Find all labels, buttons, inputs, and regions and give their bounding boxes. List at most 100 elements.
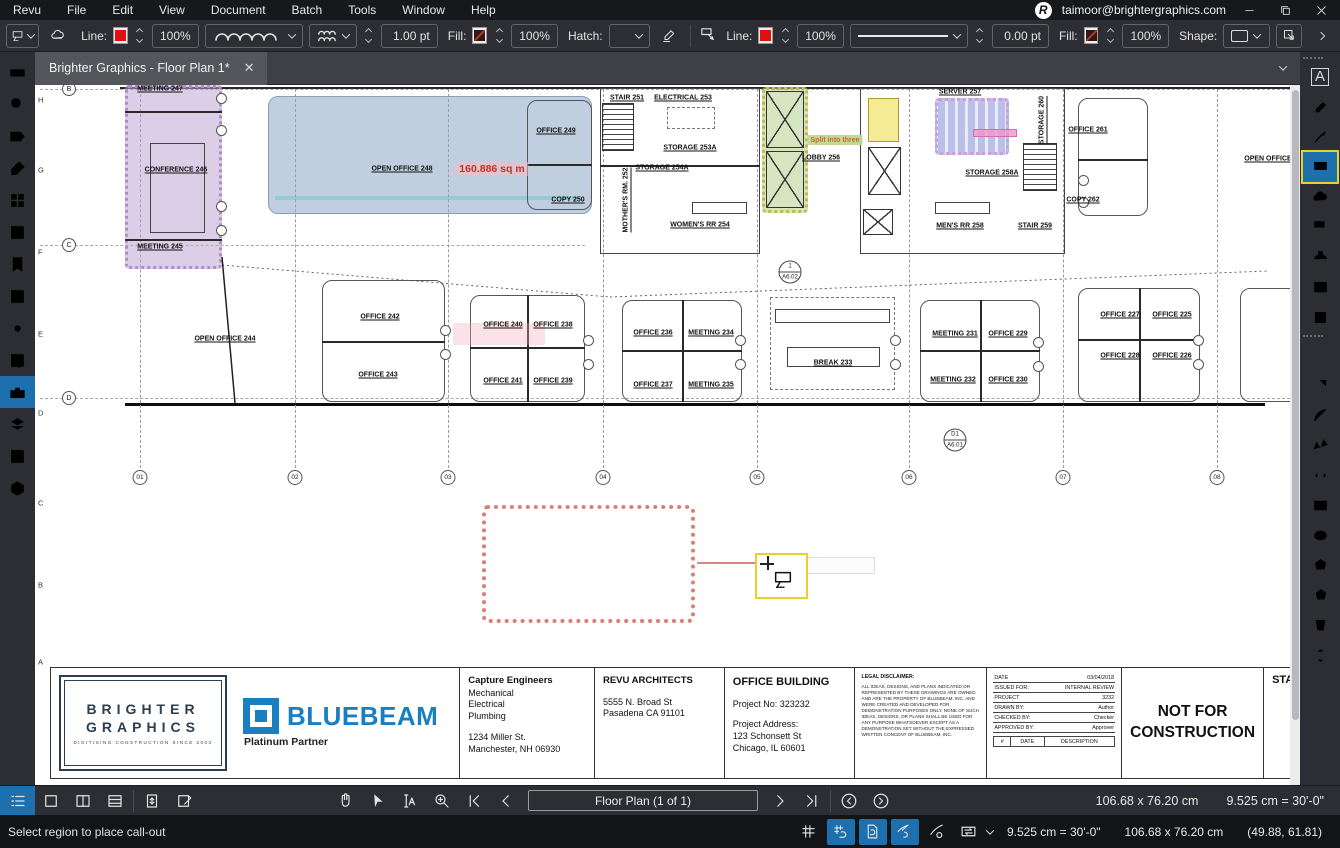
menu-document[interactable]: Document <box>198 0 279 20</box>
tool-measure-count[interactable] <box>1303 670 1337 700</box>
snap-to-markup-button[interactable] <box>891 819 919 845</box>
line-width-stepper[interactable] <box>363 29 375 42</box>
menu-view[interactable]: View <box>146 0 198 20</box>
tool-callout-box[interactable] <box>1303 212 1337 242</box>
leader-corner-button[interactable] <box>1276 24 1302 48</box>
menu-batch[interactable]: Batch <box>279 0 336 20</box>
tool-arrow[interactable] <box>1303 370 1337 400</box>
leader-opacity-stepper[interactable] <box>779 29 791 42</box>
menu-revu[interactable]: Revu <box>0 0 54 20</box>
snap-to-grid-button[interactable] <box>827 819 855 845</box>
tool-rectangle[interactable] <box>1303 490 1337 520</box>
fill-opacity-value[interactable]: 100% <box>511 24 558 48</box>
text-opacity-stepper[interactable] <box>1104 29 1116 42</box>
maximize-button[interactable] <box>1272 1 1298 19</box>
panel-measurements[interactable] <box>0 56 35 88</box>
panel-search[interactable] <box>0 88 35 120</box>
menu-file[interactable]: File <box>54 0 99 20</box>
split-vertical-view-button[interactable] <box>67 786 99 816</box>
page-setup-button[interactable] <box>168 786 200 816</box>
panel-flags[interactable] <box>0 120 35 152</box>
previous-page-button[interactable] <box>490 786 522 816</box>
tool-line[interactable] <box>1303 340 1337 370</box>
scrollbar-thumb[interactable] <box>1292 90 1299 720</box>
pan-tool-button[interactable] <box>330 786 362 816</box>
next-view-button[interactable] <box>865 786 897 816</box>
menu-edit[interactable]: Edit <box>99 0 146 20</box>
select-tool-button[interactable] <box>362 786 394 816</box>
tool-arc[interactable] <box>1303 400 1337 430</box>
tool-measure-length[interactable] <box>1303 640 1337 670</box>
text-opacity-value[interactable]: 100% <box>1122 24 1169 48</box>
panel-signatures[interactable] <box>0 152 35 184</box>
tool-highlight[interactable] <box>1303 92 1337 122</box>
panel-3d[interactable] <box>0 472 35 504</box>
tool-callout[interactable] <box>1303 152 1337 182</box>
tab-list-chevron-icon[interactable] <box>1279 62 1287 70</box>
menu-help[interactable]: Help <box>458 0 509 20</box>
leader-width-stepper[interactable] <box>974 29 986 42</box>
tool-text[interactable]: A <box>1303 62 1337 92</box>
cloud-style-button[interactable] <box>45 24 71 48</box>
line-opacity-stepper[interactable] <box>134 29 146 42</box>
tool-polyline[interactable] <box>1303 430 1337 460</box>
tool-preset-dropdown[interactable] <box>6 24 39 48</box>
cloud-density-dropdown[interactable] <box>309 24 357 48</box>
panel-sets[interactable] <box>0 440 35 472</box>
close-button[interactable] <box>1308 1 1334 19</box>
tool-image[interactable] <box>1303 272 1337 302</box>
line-color-swatch[interactable] <box>113 27 128 44</box>
tool-ellipse[interactable] <box>1303 520 1337 550</box>
grid-toggle-button[interactable] <box>795 819 823 845</box>
tool-stamp[interactable] <box>1303 242 1337 272</box>
tab-close-icon[interactable]: ✕ <box>244 60 255 76</box>
page-move-button[interactable] <box>136 786 168 816</box>
line-opacity-value[interactable]: 100% <box>152 24 199 48</box>
hatch-dropdown[interactable] <box>609 24 651 48</box>
reuse-tool-button[interactable] <box>955 819 983 845</box>
split-horizontal-view-button[interactable] <box>99 786 131 816</box>
panel-file-access[interactable] <box>0 216 35 248</box>
previous-view-button[interactable] <box>833 786 865 816</box>
vertical-scrollbar[interactable] <box>1290 85 1300 785</box>
fill-opacity-stepper[interactable] <box>493 29 505 42</box>
toolbar-overflow-button[interactable] <box>1308 24 1334 48</box>
tool-pen[interactable] <box>1303 122 1337 152</box>
text-fill-swatch[interactable] <box>1084 27 1099 44</box>
leader-color-swatch[interactable] <box>758 27 773 44</box>
tool-dimension[interactable] <box>1303 460 1337 490</box>
tool-measure-perimeter[interactable] <box>1303 580 1337 610</box>
shape-dropdown[interactable] <box>1223 24 1270 48</box>
line-style-dropdown[interactable] <box>205 24 303 48</box>
pen-input-button[interactable] <box>923 819 951 845</box>
panel-tool-chest[interactable] <box>0 376 35 408</box>
markup-list-toggle[interactable] <box>0 786 35 816</box>
menu-window[interactable]: Window <box>389 0 458 20</box>
highlight-mode-button[interactable] <box>656 24 682 48</box>
reuse-tool-chevron-icon[interactable] <box>986 826 994 834</box>
single-page-view-button[interactable] <box>35 786 67 816</box>
line-width-value[interactable]: 1.00 pt <box>381 24 438 48</box>
fill-color-swatch[interactable] <box>472 27 487 44</box>
next-page-button[interactable] <box>764 786 796 816</box>
panel-properties[interactable] <box>0 312 35 344</box>
tool-polygon[interactable] <box>1303 550 1337 580</box>
minimize-button[interactable] <box>1236 1 1262 19</box>
menu-tools[interactable]: Tools <box>335 0 389 20</box>
tool-cloud[interactable] <box>1303 182 1337 212</box>
snap-to-document-button[interactable] <box>859 819 887 845</box>
select-text-tool-button[interactable] <box>394 786 426 816</box>
panel-spaces[interactable] <box>0 280 35 312</box>
document-canvas[interactable]: MEETING 247CONFERENCE 246MEETING 245OPEN… <box>35 85 1300 785</box>
panel-bookmarks[interactable] <box>0 248 35 280</box>
zoom-tool-button[interactable] <box>426 786 458 816</box>
tool-measure-area[interactable] <box>1303 610 1337 640</box>
last-page-button[interactable] <box>796 786 828 816</box>
leader-style-dropdown[interactable] <box>850 24 968 48</box>
page-indicator[interactable]: Floor Plan (1 of 1) <box>528 790 758 811</box>
first-page-button[interactable] <box>458 786 490 816</box>
panel-markup-list[interactable] <box>0 344 35 376</box>
leader-width-value[interactable]: 0.00 pt <box>992 24 1049 48</box>
leader-opacity-value[interactable]: 100% <box>797 24 844 48</box>
panel-thumbnails[interactable] <box>0 184 35 216</box>
